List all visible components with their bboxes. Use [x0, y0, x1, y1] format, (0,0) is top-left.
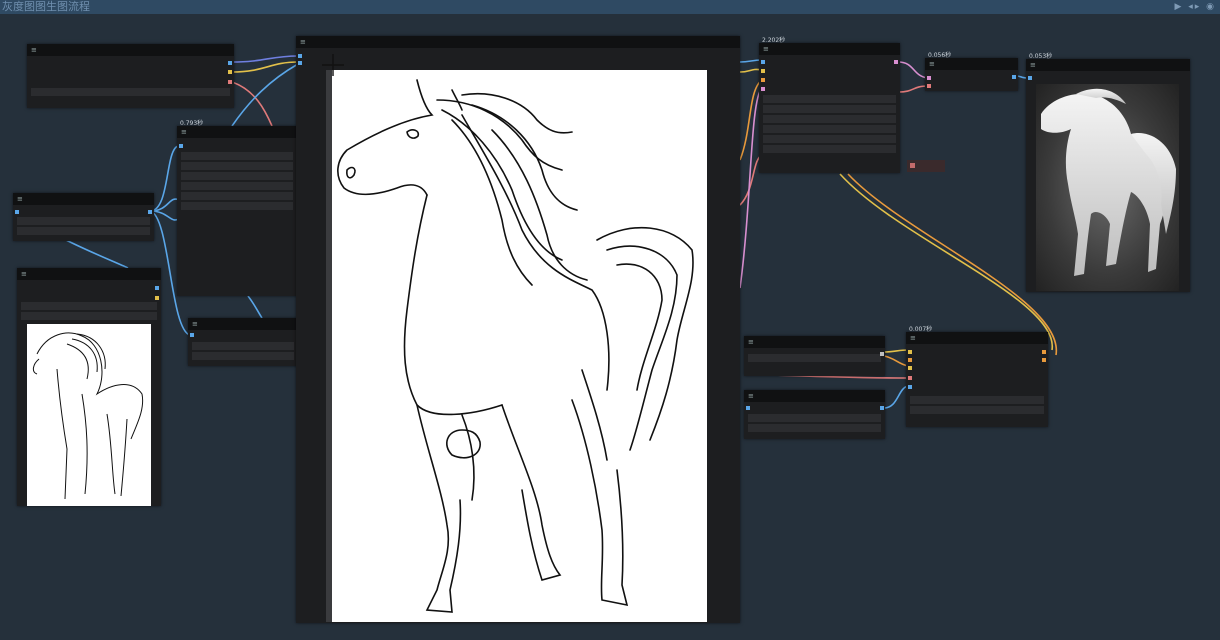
- node-widget[interactable]: [763, 135, 896, 143]
- node-widget[interactable]: [181, 162, 293, 170]
- model-loader-node[interactable]: ≡: [13, 193, 154, 241]
- hamburger-icon[interactable]: ≡: [31, 46, 37, 54]
- main-horse-sketch: [332, 70, 707, 622]
- horse-depth-icon: [1041, 88, 1176, 276]
- input-port[interactable]: [908, 358, 912, 362]
- output-port[interactable]: [148, 210, 152, 214]
- decode-node[interactable]: ≡: [925, 58, 1018, 91]
- input-port[interactable]: [761, 60, 765, 64]
- hamburger-icon[interactable]: ≡: [748, 338, 754, 346]
- node-widget[interactable]: [910, 406, 1044, 414]
- hamburger-icon[interactable]: ≡: [181, 128, 187, 136]
- hamburger-icon[interactable]: ≡: [300, 38, 306, 46]
- input-port[interactable]: [746, 406, 750, 410]
- input-port[interactable]: [927, 84, 931, 88]
- output-port[interactable]: [894, 60, 898, 64]
- node-widget[interactable]: [763, 95, 896, 103]
- node-widget[interactable]: [763, 105, 896, 113]
- node-widget[interactable]: [17, 217, 150, 225]
- status-badge: [907, 160, 945, 172]
- output-port[interactable]: [1042, 350, 1046, 354]
- node-widget[interactable]: [181, 152, 293, 160]
- horse-sketch-icon: [32, 332, 144, 500]
- input-port[interactable]: [1028, 76, 1032, 80]
- title-bar: 灰度图图生图流程 ▶ ◂▸ ◉: [0, 0, 1220, 14]
- output-port[interactable]: [155, 286, 159, 290]
- window-controls[interactable]: ▶ ◂▸ ◉: [1174, 0, 1216, 14]
- node-widget[interactable]: [31, 88, 230, 96]
- hamburger-icon[interactable]: ≡: [21, 270, 27, 278]
- conditioning-node-a[interactable]: ≡: [744, 336, 885, 376]
- crosshair-icon: [322, 54, 344, 76]
- input-port[interactable]: [15, 210, 19, 214]
- node-widget[interactable]: [181, 192, 293, 200]
- hamburger-icon[interactable]: ≡: [748, 392, 754, 400]
- output-port[interactable]: [1012, 75, 1016, 79]
- node-widget[interactable]: [181, 182, 293, 190]
- node-widget[interactable]: [192, 352, 294, 360]
- output-port[interactable]: [1042, 358, 1046, 362]
- input-port[interactable]: [908, 350, 912, 354]
- hamburger-icon[interactable]: ≡: [929, 60, 935, 68]
- output-port[interactable]: [228, 61, 232, 65]
- horse-sketch-thumbnail: [27, 324, 151, 506]
- input-port[interactable]: [298, 61, 302, 65]
- input-port[interactable]: [761, 87, 765, 91]
- input-port[interactable]: [908, 366, 912, 370]
- node-widget[interactable]: [763, 115, 896, 123]
- input-port[interactable]: [761, 78, 765, 82]
- input-port[interactable]: [908, 385, 912, 389]
- hamburger-icon[interactable]: ≡: [910, 334, 916, 342]
- node-widget[interactable]: [17, 227, 150, 235]
- conditioning-node-b[interactable]: ≡: [744, 390, 885, 439]
- load-image-node[interactable]: ≡: [27, 44, 234, 108]
- node-widget[interactable]: [763, 145, 896, 153]
- sampler-node[interactable]: ≡: [759, 43, 900, 173]
- prompt-node[interactable]: ≡: [188, 318, 298, 366]
- node-widget[interactable]: [910, 396, 1044, 404]
- input-port[interactable]: [179, 144, 183, 148]
- node-widget[interactable]: [181, 202, 293, 210]
- input-port[interactable]: [761, 69, 765, 73]
- hamburger-icon[interactable]: ≡: [192, 320, 198, 328]
- preprocess-node[interactable]: ≡: [177, 126, 297, 296]
- horse-sketch-icon: [337, 79, 694, 613]
- node-widget[interactable]: [748, 354, 881, 362]
- input-port[interactable]: [908, 376, 912, 380]
- window-title: 灰度图图生图流程: [2, 0, 90, 13]
- output-port[interactable]: [155, 296, 159, 300]
- combine-node[interactable]: ≡: [906, 332, 1048, 427]
- node-widget[interactable]: [181, 172, 293, 180]
- node-widget[interactable]: [748, 414, 881, 422]
- node-widget[interactable]: [21, 312, 157, 320]
- input-port[interactable]: [298, 54, 302, 58]
- hamburger-icon[interactable]: ≡: [1030, 61, 1036, 69]
- input-port[interactable]: [190, 333, 194, 337]
- output-port[interactable]: [880, 406, 884, 410]
- hamburger-icon[interactable]: ≡: [763, 45, 769, 53]
- output-port[interactable]: [880, 352, 884, 356]
- hamburger-icon[interactable]: ≡: [17, 195, 23, 203]
- node-widget[interactable]: [21, 302, 157, 310]
- node-widget[interactable]: [763, 125, 896, 133]
- node-widget[interactable]: [192, 342, 294, 350]
- output-port[interactable]: [228, 80, 232, 84]
- input-port[interactable]: [927, 76, 931, 80]
- depth-map-image: [1036, 84, 1179, 291]
- node-widget[interactable]: [748, 424, 881, 432]
- output-port[interactable]: [228, 70, 232, 74]
